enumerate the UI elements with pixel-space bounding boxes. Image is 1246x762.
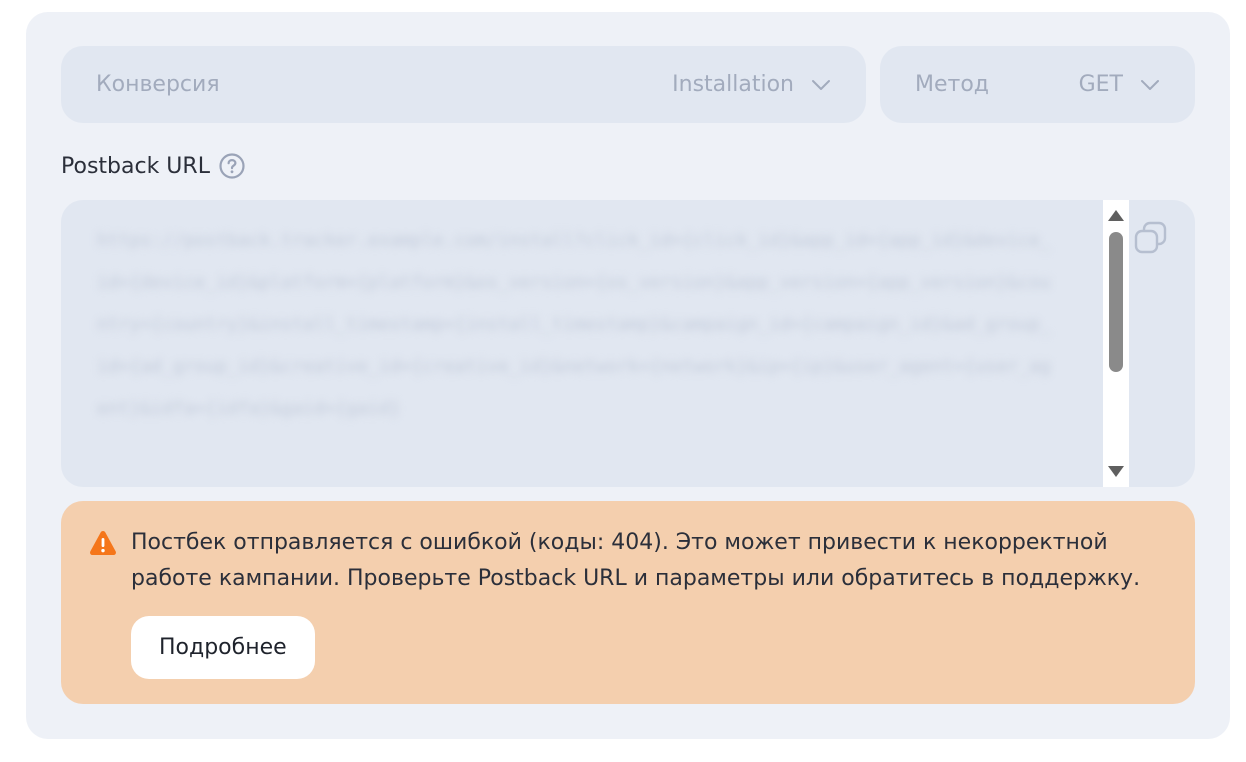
method-select-label: Метод: [915, 72, 990, 97]
conversion-select-value: Installation: [672, 72, 794, 97]
copy-url-button[interactable]: [1133, 220, 1169, 256]
scroll-down-arrow-icon[interactable]: [1108, 466, 1124, 477]
conversion-select-label: Конверсия: [96, 72, 220, 97]
warning-triangle-icon: [90, 531, 116, 555]
url-field-scrollbar[interactable]: [1103, 200, 1129, 487]
postback-settings-card: Конверсия Installation Метод GET Postbac…: [26, 12, 1230, 739]
postback-url-text[interactable]: https://postback.tracker.example.com/ins…: [97, 220, 1057, 487]
conversion-select[interactable]: Конверсия Installation: [61, 46, 866, 123]
postback-url-label: Postback URL: [61, 153, 210, 179]
question-circle-icon[interactable]: [218, 152, 246, 180]
more-details-button[interactable]: Подробнее: [131, 616, 315, 679]
method-select-value: GET: [1078, 72, 1123, 97]
postback-url-field[interactable]: https://postback.tracker.example.com/ins…: [61, 200, 1195, 487]
chevron-down-icon: [1141, 79, 1159, 90]
postback-url-title: Postback URL: [61, 152, 246, 180]
chevron-down-icon: [812, 79, 830, 90]
scroll-up-arrow-icon[interactable]: [1108, 210, 1124, 221]
scrollbar-thumb[interactable]: [1109, 232, 1123, 372]
copy-icon: [1134, 221, 1167, 254]
alert-message: Постбек отправляется с ошибкой (коды: 40…: [131, 530, 1141, 591]
method-select[interactable]: Метод GET: [880, 46, 1195, 123]
postback-error-alert: Постбек отправляется с ошибкой (коды: 40…: [61, 501, 1195, 704]
